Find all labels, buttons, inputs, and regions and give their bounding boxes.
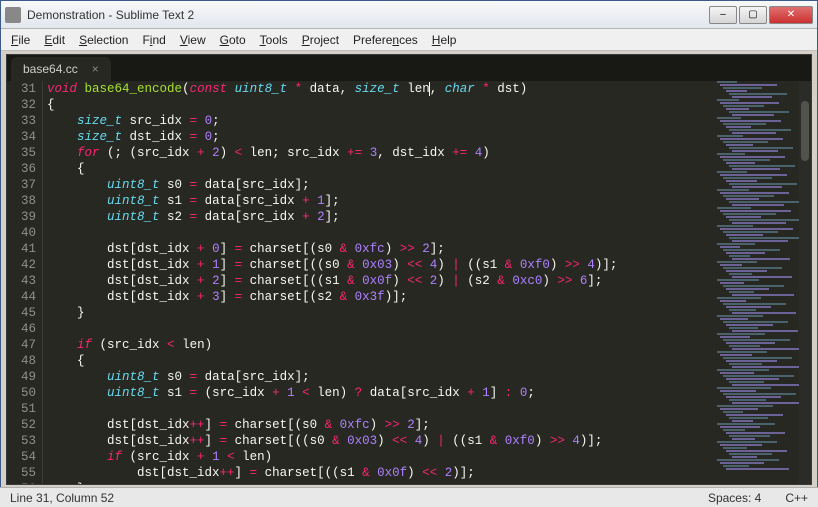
line-number: 41 [7, 241, 36, 257]
tabbar: base64.cc × [7, 55, 811, 81]
code-line[interactable]: if (src_idx + 1 < len) [47, 449, 717, 465]
line-number: 44 [7, 289, 36, 305]
code-line[interactable] [47, 225, 717, 241]
code-line[interactable]: uint8_t s0 = data[src_idx]; [47, 369, 717, 385]
line-number: 52 [7, 417, 36, 433]
menu-tools[interactable]: Tools [254, 31, 294, 49]
close-icon[interactable]: × [92, 62, 99, 76]
code-line[interactable]: { [47, 97, 717, 113]
line-number: 37 [7, 177, 36, 193]
line-number: 31 [7, 81, 36, 97]
code-editor[interactable]: 3132333435363738394041424344454647484950… [7, 81, 717, 484]
code-line[interactable]: void base64_encode(const uint8_t * data,… [47, 81, 717, 97]
statusbar: Line 31, Column 52 Spaces: 4 C++ [0, 487, 818, 507]
code-line[interactable]: dst[dst_idx + 3] = charset[(s2 & 0x3f)]; [47, 289, 717, 305]
line-number: 47 [7, 337, 36, 353]
vertical-scrollbar[interactable] [799, 81, 811, 484]
menubar: FileEditSelectionFindViewGotoToolsProjec… [1, 29, 817, 51]
menu-view[interactable]: View [174, 31, 212, 49]
code-line[interactable]: size_t src_idx = 0; [47, 113, 717, 129]
code-line[interactable]: dst[dst_idx + 2] = charset[((s1 & 0x0f) … [47, 273, 717, 289]
line-number: 49 [7, 369, 36, 385]
line-number: 51 [7, 401, 36, 417]
maximize-button[interactable]: ▢ [739, 6, 767, 24]
menu-goto[interactable]: Goto [214, 31, 252, 49]
menu-find[interactable]: Find [136, 31, 171, 49]
code-line[interactable]: } [47, 481, 717, 484]
code-line[interactable]: if (src_idx < len) [47, 337, 717, 353]
menu-file[interactable]: File [5, 31, 36, 49]
titlebar[interactable]: Demonstration - Sublime Text 2 – ▢ ✕ [1, 1, 817, 29]
line-number: 53 [7, 433, 36, 449]
line-number: 34 [7, 129, 36, 145]
code-line[interactable]: dst[dst_idx++] = charset[((s1 & 0x0f) <<… [47, 465, 717, 481]
code-line[interactable]: size_t dst_idx = 0; [47, 129, 717, 145]
code-line[interactable] [47, 401, 717, 417]
menu-preferences[interactable]: Preferences [347, 31, 424, 49]
line-number: 35 [7, 145, 36, 161]
line-number-gutter: 3132333435363738394041424344454647484950… [7, 81, 43, 484]
line-number: 54 [7, 449, 36, 465]
menu-help[interactable]: Help [426, 31, 463, 49]
code-line[interactable]: dst[dst_idx + 0] = charset[(s0 & 0xfc) >… [47, 241, 717, 257]
window-title: Demonstration - Sublime Text 2 [27, 8, 709, 22]
code-line[interactable]: dst[dst_idx++] = charset[(s0 & 0xfc) >> … [47, 417, 717, 433]
line-number: 32 [7, 97, 36, 113]
code-line[interactable]: } [47, 305, 717, 321]
editor-area: base64.cc × 3132333435363738394041424344… [6, 54, 812, 485]
tab-base64[interactable]: base64.cc × [11, 57, 111, 81]
code-line[interactable]: { [47, 353, 717, 369]
line-number: 55 [7, 465, 36, 481]
cursor-position[interactable]: Line 31, Column 52 [10, 491, 684, 505]
line-number: 48 [7, 353, 36, 369]
syntax-setting[interactable]: C++ [785, 491, 808, 505]
line-number: 39 [7, 209, 36, 225]
code-line[interactable]: { [47, 161, 717, 177]
minimize-button[interactable]: – [709, 6, 737, 24]
minimap[interactable] [717, 81, 799, 484]
line-number: 38 [7, 193, 36, 209]
menu-project[interactable]: Project [296, 31, 345, 49]
code-line[interactable]: uint8_t s0 = data[src_idx]; [47, 177, 717, 193]
scroll-thumb[interactable] [801, 101, 809, 161]
line-number: 40 [7, 225, 36, 241]
indent-setting[interactable]: Spaces: 4 [708, 491, 761, 505]
code-line[interactable]: for (; (src_idx + 2) < len; src_idx += 3… [47, 145, 717, 161]
line-number: 36 [7, 161, 36, 177]
code-line[interactable]: uint8_t s1 = (src_idx + 1 < len) ? data[… [47, 385, 717, 401]
line-number: 33 [7, 113, 36, 129]
line-number: 50 [7, 385, 36, 401]
line-number: 46 [7, 321, 36, 337]
menu-selection[interactable]: Selection [73, 31, 134, 49]
tab-label: base64.cc [23, 62, 78, 76]
code-line[interactable] [47, 321, 717, 337]
code-line[interactable]: uint8_t s2 = data[src_idx + 2]; [47, 209, 717, 225]
line-number: 43 [7, 273, 36, 289]
code-line[interactable]: dst[dst_idx++] = charset[((s0 & 0x03) <<… [47, 433, 717, 449]
line-number: 42 [7, 257, 36, 273]
menu-edit[interactable]: Edit [38, 31, 71, 49]
code-content[interactable]: void base64_encode(const uint8_t * data,… [43, 81, 717, 484]
app-icon [5, 7, 21, 23]
line-number: 56 [7, 481, 36, 484]
code-line[interactable]: dst[dst_idx + 1] = charset[((s0 & 0x03) … [47, 257, 717, 273]
line-number: 45 [7, 305, 36, 321]
code-line[interactable]: uint8_t s1 = data[src_idx + 1]; [47, 193, 717, 209]
close-button[interactable]: ✕ [769, 6, 813, 24]
